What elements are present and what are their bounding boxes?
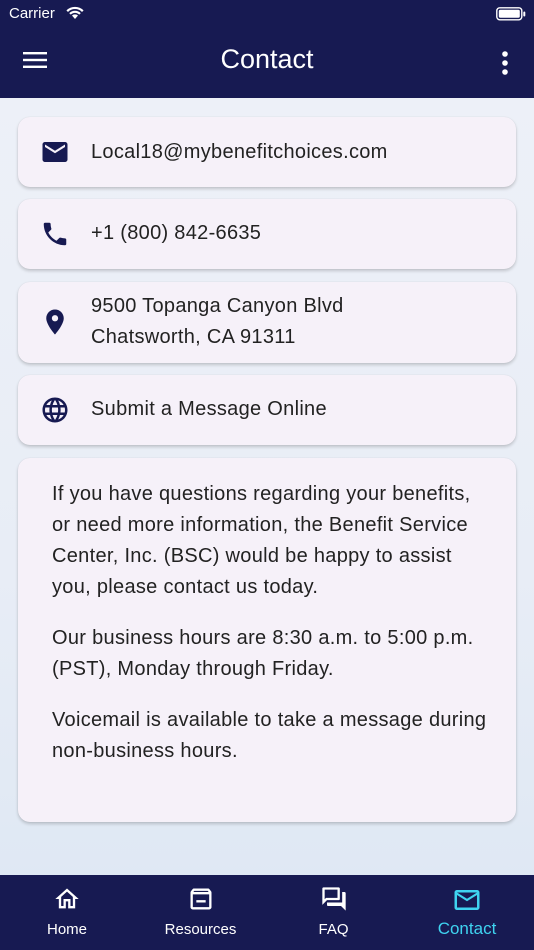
carrier-label: Carrier (9, 5, 55, 22)
status-bar: Carrier (0, 0, 534, 28)
address-line-2: Chatsworth, CA 91311 (91, 326, 296, 348)
bottom-tab-bar: Home Resources FAQ Contact (0, 875, 534, 950)
tab-contact[interactable]: Contact (400, 875, 534, 950)
email-card[interactable]: Local18@mybenefitchoices.com (18, 117, 516, 187)
mail-icon (452, 885, 482, 919)
more-options-button[interactable] (498, 50, 512, 76)
tab-resources-label: Resources (164, 921, 237, 938)
info-card: If you have questions regarding your ben… (18, 458, 516, 822)
tab-home-label: Home (46, 921, 87, 938)
top-app-bar: Carrier Contact (0, 0, 534, 98)
globe-icon (40, 395, 70, 425)
tab-resources[interactable]: Resources (134, 875, 267, 950)
submit-message-text: Submit a Message Online (91, 398, 327, 420)
address-text: 9500 Topanga Canyon Blvd Chatsworth, CA … (91, 291, 504, 353)
submit-message-card[interactable]: Submit a Message Online (18, 375, 516, 445)
tab-contact-label: Contact (437, 919, 497, 938)
email-text: Local18@mybenefitchoices.com (91, 141, 388, 163)
page-title: Contact (220, 44, 314, 74)
archive-icon (187, 885, 215, 917)
tab-faq-label: FAQ (318, 921, 349, 938)
more-vert-icon (502, 51, 508, 75)
address-card[interactable]: 9500 Topanga Canyon Blvd Chatsworth, CA … (18, 282, 516, 363)
location-pin-icon (40, 307, 70, 337)
email-icon (40, 137, 70, 167)
info-paragraph-2: Our business hours are 8:30 a.m. to 5:00… (52, 627, 474, 680)
phone-text: +1 (800) 842-6635 (91, 222, 262, 244)
info-paragraph-3: Voicemail is available to take a message… (52, 709, 487, 762)
phone-icon (40, 219, 70, 249)
address-line-1: 9500 Topanga Canyon Blvd (91, 295, 344, 317)
tab-home[interactable]: Home (0, 875, 134, 950)
phone-card[interactable]: +1 (800) 842-6635 (18, 199, 516, 269)
info-paragraph-1: If you have questions regarding your ben… (52, 483, 471, 598)
forum-icon (320, 885, 348, 917)
wifi-icon (65, 5, 85, 24)
battery-icon (496, 6, 526, 25)
home-icon (53, 885, 81, 917)
tab-faq[interactable]: FAQ (267, 875, 400, 950)
